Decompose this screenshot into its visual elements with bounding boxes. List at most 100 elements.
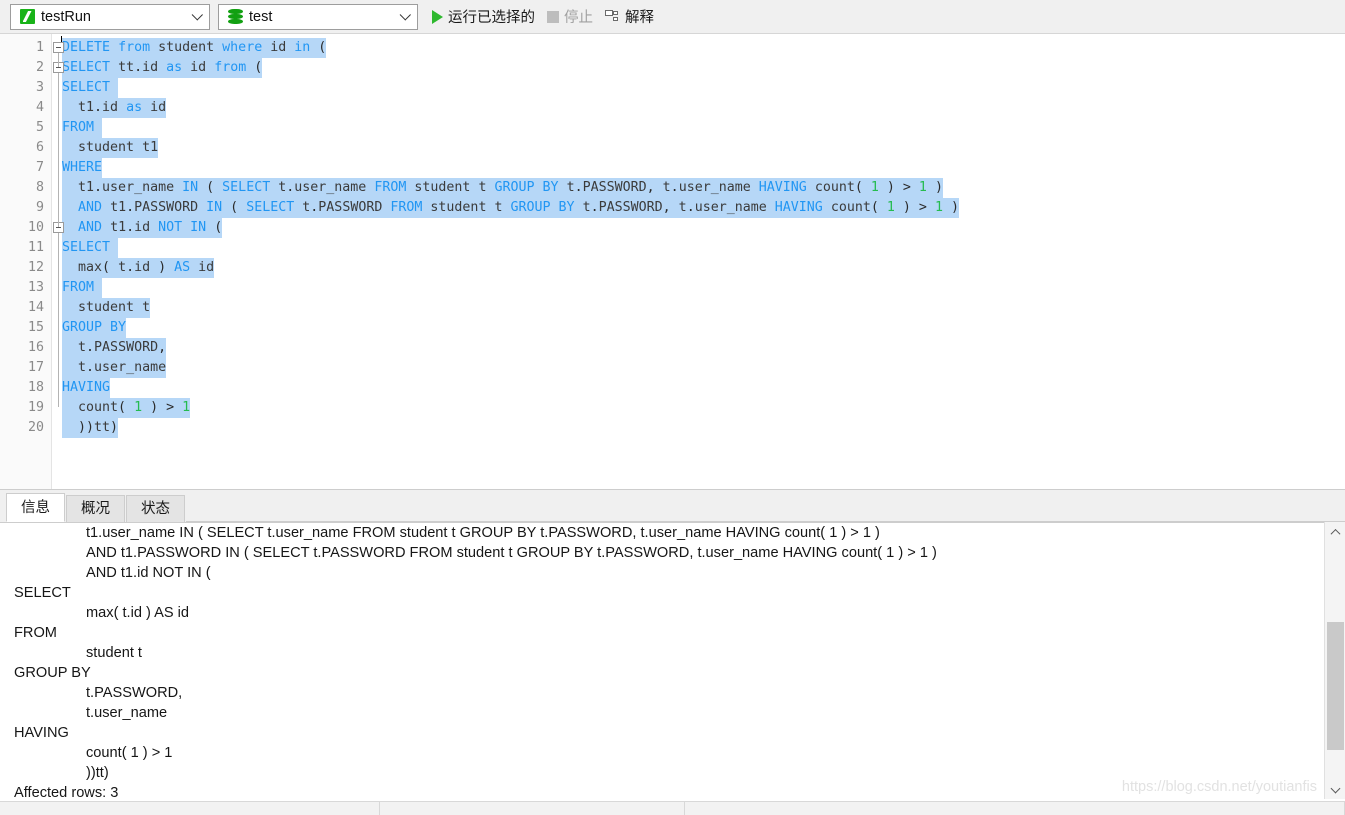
message-output-area[interactable]: t1.user_name IN ( SELECT t.user_name FRO… [0, 522, 1324, 799]
fold-guide-line [58, 53, 59, 67]
message-line: AND t1.id NOT IN ( [86, 565, 211, 581]
code-line[interactable]: 5 FROM [0, 118, 1345, 138]
line-number: 3 [35, 80, 44, 95]
tab-info[interactable]: 信息 [6, 493, 65, 522]
message-line: ))tt) [86, 765, 109, 781]
tab-profile-label: 概况 [81, 501, 110, 517]
code-line[interactable]: 10 AND t1.id NOT IN ( [0, 218, 1345, 238]
line-number: 14 [27, 300, 44, 315]
code-line-text: ))tt) [62, 418, 119, 438]
code-line-text: student t [62, 298, 151, 318]
sql-editor[interactable]: 1 DELETE from student where id in ( 2 SELEC… [0, 34, 1345, 489]
database-icon [224, 8, 246, 25]
scroll-up-button[interactable] [1325, 522, 1345, 543]
line-number: 4 [35, 100, 44, 115]
code-line[interactable]: 6 student t1 [0, 138, 1345, 158]
code-line-text: SELECT [62, 78, 119, 98]
code-line-text: t.PASSWORD, [62, 338, 167, 358]
message-line: HAVING [14, 725, 69, 741]
tab-status-label: 状态 [141, 501, 170, 517]
database-selector-label: test [249, 8, 273, 25]
code-line-text: FROM [62, 118, 103, 138]
line-number: 5 [35, 120, 44, 135]
code-line-text: count( 1 ) > 1 [62, 398, 191, 418]
line-number: 2 [35, 60, 44, 75]
line-number: 1 [35, 40, 44, 55]
tab-info-label: 信息 [21, 500, 50, 516]
line-number: 20 [27, 420, 44, 435]
code-line[interactable]: 4 t1.id as id [0, 98, 1345, 118]
code-line[interactable]: 9 AND t1.PASSWORD IN ( SELECT t.PASSWORD… [0, 198, 1345, 218]
code-line-text: t1.id as id [62, 98, 167, 118]
code-line-text: max( t.id ) AS id [62, 258, 215, 278]
message-line: t.user_name [86, 705, 168, 721]
status-cell-2 [380, 802, 685, 815]
code-line-text: WHERE [62, 158, 103, 178]
status-cell-1 [0, 802, 380, 815]
message-line: count( 1 ) > 1 [86, 745, 173, 761]
play-icon [432, 9, 443, 24]
message-line: t.PASSWORD, [86, 685, 183, 701]
code-line-text: AND t1.id NOT IN ( [62, 218, 223, 238]
code-line[interactable]: 3 SELECT [0, 78, 1345, 98]
explain-button[interactable]: 解释 [599, 3, 660, 31]
line-number: 10 [27, 220, 44, 235]
code-line[interactable]: 2 SELECT tt.id as id from ( [0, 58, 1345, 78]
code-line[interactable]: 20 ))tt) [0, 418, 1345, 438]
script-selector-label: testRun [41, 8, 91, 25]
tab-status[interactable]: 状态 [126, 495, 185, 522]
chevron-down-icon[interactable] [187, 8, 209, 21]
chevron-down-icon[interactable] [395, 8, 417, 21]
explain-icon [605, 9, 620, 24]
code-line[interactable]: 13 FROM [0, 278, 1345, 298]
status-bar [0, 801, 1345, 815]
code-line-text: FROM [62, 278, 103, 298]
code-line[interactable]: 17 t.user_name [0, 358, 1345, 378]
code-line-text: AND t1.PASSWORD IN ( SELECT t.PASSWORD F… [62, 198, 959, 218]
explain-label: 解释 [625, 10, 654, 26]
status-cell-3 [685, 802, 1345, 815]
message-line: student t [86, 645, 142, 661]
scroll-down-button[interactable] [1325, 778, 1345, 799]
line-number: 8 [35, 180, 44, 195]
line-number: 7 [35, 160, 44, 175]
code-line[interactable]: 15 GROUP BY [0, 318, 1345, 338]
scrollbar-thumb[interactable] [1327, 622, 1344, 750]
code-line[interactable]: 18 HAVING [0, 378, 1345, 398]
code-line[interactable]: 12 max( t.id ) AS id [0, 258, 1345, 278]
line-number: 18 [27, 380, 44, 395]
line-number: 15 [27, 320, 44, 335]
code-line[interactable]: 1 DELETE from student where id in ( [0, 38, 1345, 58]
code-line-text: DELETE from student where id in ( [62, 38, 327, 58]
code-line[interactable]: 14 student t [0, 298, 1345, 318]
message-line: t1.user_name IN ( SELECT t.user_name FRO… [86, 525, 880, 541]
fold-guide-line [58, 73, 59, 227]
script-selector-combobox[interactable]: testRun [10, 3, 210, 30]
fold-toggle-icon[interactable] [53, 42, 64, 53]
code-lines[interactable]: 1 DELETE from student where id in ( 2 SELEC… [0, 38, 1345, 438]
run-selected-label: 运行已选择的 [448, 10, 535, 26]
line-number: 11 [27, 240, 44, 255]
line-number: 16 [27, 340, 44, 355]
tab-profile[interactable]: 概况 [66, 495, 125, 522]
code-line[interactable]: 8 t1.user_name IN ( SELECT t.user_name F… [0, 178, 1345, 198]
run-selected-button[interactable]: 运行已选择的 [426, 3, 541, 31]
line-number: 9 [35, 200, 44, 215]
code-line[interactable]: 11 SELECT [0, 238, 1345, 258]
line-number: 6 [35, 140, 44, 155]
database-selector-combobox[interactable]: test [218, 3, 418, 30]
stop-button: 停止 [541, 3, 599, 31]
results-panel: 信息 概况 状态 t1.user_name IN ( SELECT t.user… [0, 489, 1345, 815]
message-line: Affected rows: 3 [14, 785, 119, 799]
code-line-text: SELECT [62, 238, 119, 258]
code-line[interactable]: 7 WHERE [0, 158, 1345, 178]
stop-label: 停止 [564, 10, 593, 26]
results-tabstrip: 信息 概况 状态 [0, 489, 1345, 522]
message-vertical-scrollbar[interactable] [1324, 522, 1345, 799]
code-line[interactable]: 19 count( 1 ) > 1 [0, 398, 1345, 418]
code-line-text: SELECT tt.id as id from ( [62, 58, 263, 78]
code-line[interactable]: 16 t.PASSWORD, [0, 338, 1345, 358]
code-line-text: HAVING [62, 378, 111, 398]
line-number: 12 [27, 260, 44, 275]
code-line-text: t1.user_name IN ( SELECT t.user_name FRO… [62, 178, 943, 198]
